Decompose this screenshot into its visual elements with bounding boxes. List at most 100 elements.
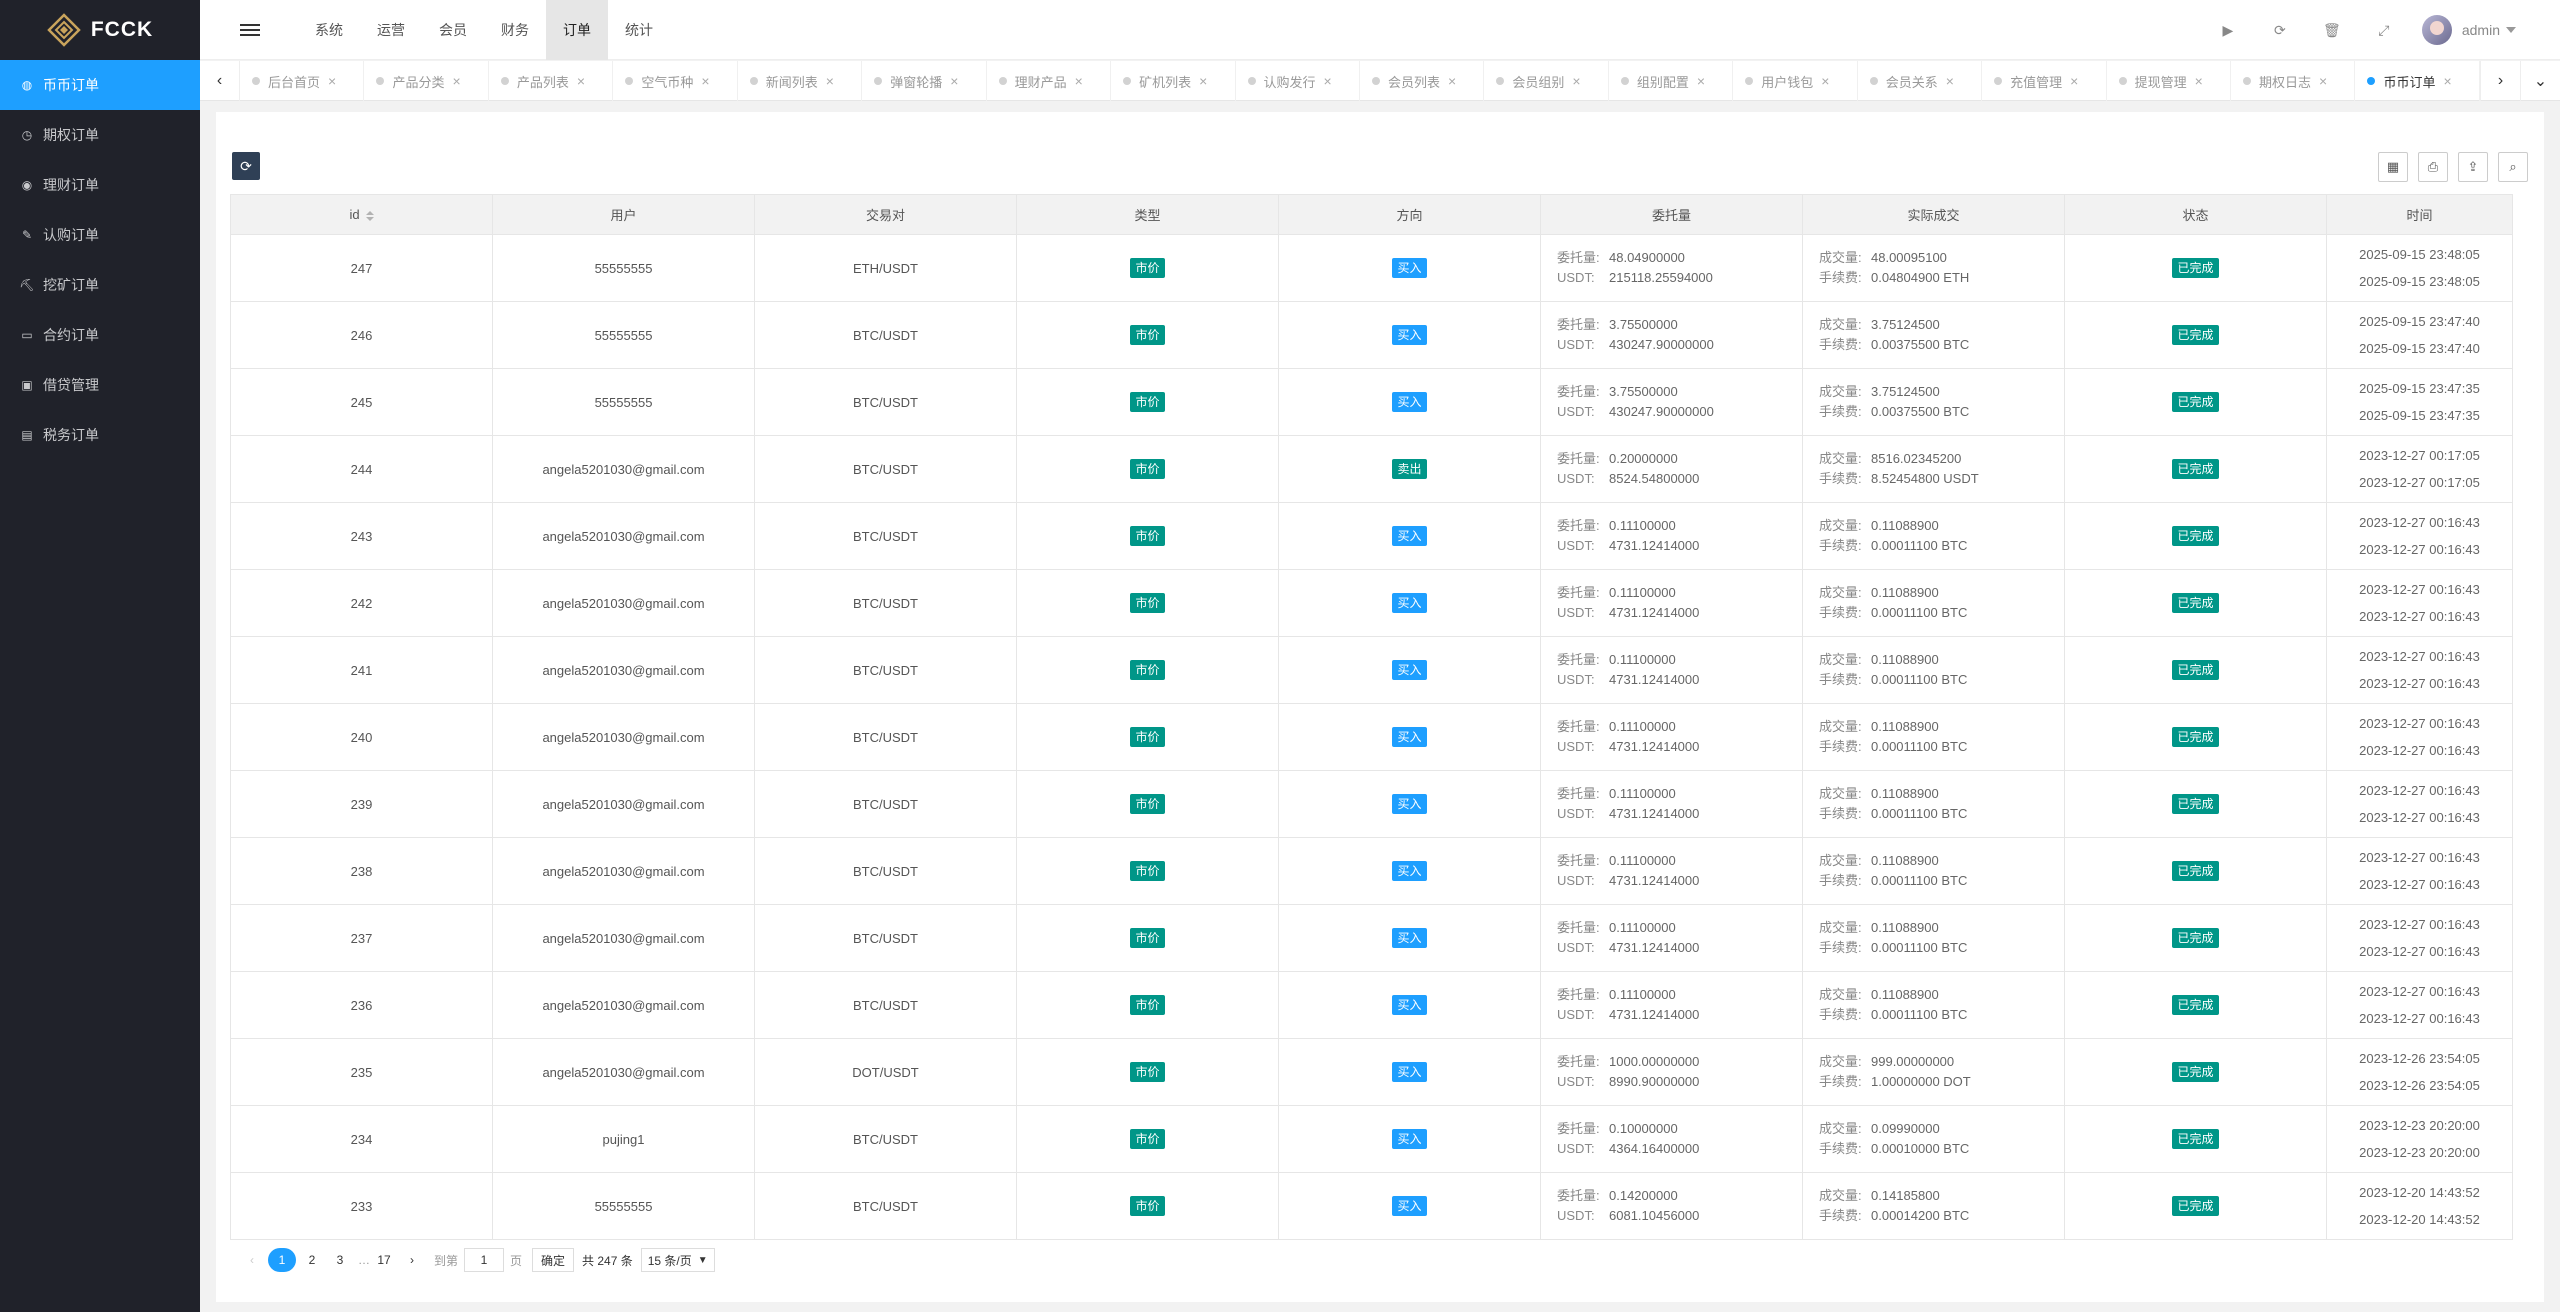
prev-page-icon[interactable]: ‹ [240,1248,264,1272]
close-icon[interactable]: × [2195,73,2203,89]
tab-8[interactable]: 认购发行 × [1236,61,1360,101]
cell-deal: 成交量: 0.11088900 手续费: 0.00011100 BTC [1802,703,2065,771]
total-count: 共 247 条 [582,1253,633,1268]
close-icon[interactable]: × [1199,73,1207,89]
time-updated: 2023-12-27 00:16:43 [2359,944,2480,959]
deal-amount-label: 成交量: [1819,518,1862,533]
tab-17[interactable]: 币币订单 × [2355,61,2480,101]
close-icon[interactable]: × [1572,73,1580,89]
tab-15[interactable]: 提现管理 × [2107,61,2231,101]
tab-2[interactable]: 产品列表 × [489,61,614,101]
close-icon[interactable]: × [1697,73,1705,89]
logo[interactable]: FCCK [0,0,200,60]
monitor-icon: ▭ [21,328,33,342]
tab-10[interactable]: 会员组别 × [1484,61,1609,101]
cell-deal: 成交量: 0.11088900 手续费: 0.00011100 BTC [1802,502,2065,570]
sidebar-item-1[interactable]: ◷ 期权订单 [0,110,200,160]
page-2[interactable]: 2 [300,1248,324,1272]
column-header[interactable]: id [230,194,493,235]
sidebar-item-3[interactable]: ✎ 认购订单 [0,210,200,260]
tab-11[interactable]: 组别配置 × [1609,61,1734,101]
table-row: 245 55555555 BTC/USDT 市价 买入 委托量: 3.75500000 USD… [230,368,2513,436]
top-nav-item-0[interactable]: 系统 [298,0,360,60]
close-icon[interactable]: × [950,73,958,89]
order-usdt-line: USDT: 8990.90000000 [1557,1072,1802,1092]
tab-5[interactable]: 弹窗轮播 × [862,61,987,101]
user-menu[interactable]: admin [2410,0,2560,60]
close-icon[interactable]: × [1821,73,1829,89]
next-page-icon[interactable]: › [400,1248,424,1272]
time-updated: 2023-12-27 00:16:43 [2359,743,2480,758]
top-nav-item-3[interactable]: 财务 [484,0,546,60]
cell-status: 已完成 [2064,368,2327,436]
close-icon[interactable]: × [1946,73,1954,89]
chevron-right-icon[interactable]: › [2480,61,2520,101]
fee-value: 0.00010000 BTC [1871,1141,1970,1156]
export-icon[interactable]: ⇪ [2458,152,2488,182]
print-icon[interactable]: ⎙ [2418,152,2448,182]
close-icon[interactable]: × [2319,73,2327,89]
goto-page-input[interactable] [464,1248,505,1272]
sidebar-item-2[interactable]: ◉ 理财订单 [0,160,200,210]
sidebar-item-4[interactable]: ⛏ 挖矿订单 [0,260,200,310]
type-badge: 市价 [1130,526,1165,546]
fee-value: 0.00375500 BTC [1871,337,1970,352]
time-created: 2023-12-27 00:16:43 [2359,582,2480,597]
close-icon[interactable]: × [701,73,709,89]
search-icon[interactable]: ⌕ [2498,152,2528,182]
tab-4[interactable]: 新闻列表 × [738,61,863,101]
tab-0[interactable]: 后台首页 × [240,61,365,101]
close-icon[interactable]: × [1075,73,1083,89]
cell-direction: 买入 [1278,1172,1541,1240]
table-row: 235 angela5201030@gmail.com DOT/USDT 市价 买入 委托… [230,1038,2513,1106]
sidebar-item-6[interactable]: ▣ 借贷管理 [0,360,200,410]
close-icon[interactable]: × [1448,73,1456,89]
refresh-icon[interactable]: ⟳ [2254,0,2306,60]
sidebar-item-7[interactable]: ▤ 税务订单 [0,410,200,460]
tab-12[interactable]: 用户钱包 × [1733,61,1858,101]
sidebar-item-5[interactable]: ▭ 合约订单 [0,310,200,360]
page-size-select[interactable]: 15 条/页 ▼ [640,1248,715,1272]
play-icon[interactable]: ▶ [2202,0,2254,60]
chevron-down-icon[interactable]: ⌄ [2520,61,2560,101]
sidebar-item-0[interactable]: ◍ 币币订单 [0,60,200,110]
trash-icon[interactable]: 🗑 [2306,0,2358,60]
page-last[interactable]: 17 [372,1248,396,1272]
tab-6[interactable]: 理财产品 × [987,61,1112,101]
tab-label: 提现管理 [2134,74,2187,90]
table-row: 240 angela5201030@gmail.com BTC/USDT 市价 买入 委托… [230,703,2513,771]
top-nav-item-1[interactable]: 运营 [360,0,422,60]
tab-3[interactable]: 空气币种 × [613,61,738,101]
fullscreen-icon[interactable]: ⤢ [2358,0,2410,60]
top-nav-item-2[interactable]: 会员 [422,0,484,60]
close-icon[interactable]: × [577,73,585,89]
column-header-label: 委托量 [1651,208,1691,223]
status-badge: 已完成 [2172,258,2219,278]
direction-badge: 买入 [1392,1196,1427,1216]
cell-direction: 买入 [1278,1105,1541,1173]
close-icon[interactable]: × [452,73,460,89]
page-3[interactable]: 3 [328,1248,352,1272]
tab-16[interactable]: 期权日志 × [2231,61,2356,101]
columns-icon[interactable]: ▦ [2378,152,2408,182]
cell-order-amount: 委托量: 0.11100000 USDT: 4731.12414000 [1540,837,1803,905]
close-icon[interactable]: × [2443,73,2451,89]
tab-1[interactable]: 产品分类 × [364,61,489,101]
sort-icon[interactable] [365,210,374,221]
tab-13[interactable]: 会员关系 × [1858,61,1983,101]
table-refresh-button[interactable]: ⟳ [232,152,260,180]
tab-14[interactable]: 充值管理 × [1982,61,2107,101]
page-1[interactable]: 1 [268,1248,296,1272]
goto-confirm-button[interactable]: 确定 [532,1248,575,1272]
top-nav-item-5[interactable]: 统计 [608,0,670,60]
close-icon[interactable]: × [1324,73,1332,89]
close-icon[interactable]: × [826,73,834,89]
close-icon[interactable]: × [2070,73,2078,89]
order-amount-value: 0.10000000 [1609,1121,1678,1136]
tab-9[interactable]: 会员列表 × [1360,61,1485,101]
close-icon[interactable]: × [328,73,336,89]
menu-toggle-icon[interactable] [240,20,260,40]
tab-7[interactable]: 矿机列表 × [1111,61,1236,101]
chevron-left-icon[interactable]: ‹ [200,61,240,101]
top-nav-item-4[interactable]: 订单 [546,0,608,60]
